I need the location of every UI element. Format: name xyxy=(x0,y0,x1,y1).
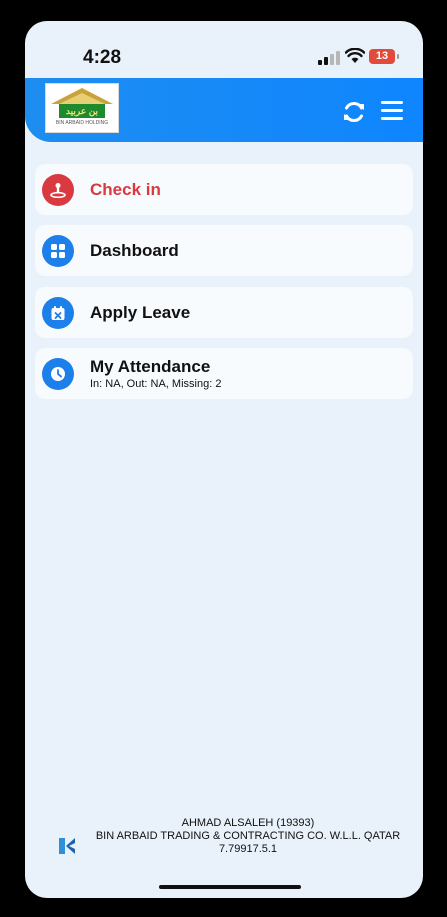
status-time: 4:28 xyxy=(83,47,122,68)
company-mark-icon xyxy=(59,838,75,854)
footer-company: BIN ARBAID TRADING & CONTRACTING CO. W.L… xyxy=(95,830,401,842)
menu-item-check-in[interactable]: Check in xyxy=(35,164,413,215)
person-pin-icon xyxy=(42,174,74,206)
menu-item-label: My Attendance xyxy=(90,357,211,376)
menu-item-apply-leave[interactable]: Apply Leave xyxy=(35,287,413,338)
app-screen: 4:28 13 بن عربيد BIN ARBAID HOLDING Chec… xyxy=(25,21,423,898)
menu-item-label: Check in xyxy=(90,180,161,199)
footer-user: AHMAD ALSALEH (19393) xyxy=(181,817,315,829)
company-logo: بن عربيد BIN ARBAID HOLDING xyxy=(45,83,119,133)
phone-frame: 4:28 13 بن عربيد BIN ARBAID HOLDING Chec… xyxy=(8,8,439,909)
cellular-signal-icon xyxy=(318,51,340,65)
footer-version: 7.79917.5.1 xyxy=(218,843,278,855)
clock-icon xyxy=(42,358,74,390)
footer: AHMAD ALSALEH (19393) BIN ARBAID TRADING… xyxy=(25,817,423,873)
hamburger-menu-icon[interactable] xyxy=(381,101,403,121)
footer-info: AHMAD ALSALEH (19393) BIN ARBAID TRADING… xyxy=(83,817,413,856)
menu-item-label: Apply Leave xyxy=(90,303,191,322)
menu-item-my-attendance[interactable]: My Attendance In: NA, Out: NA, Missing: … xyxy=(35,348,413,399)
home-indicator[interactable] xyxy=(159,885,301,889)
logo-text: بن عربيد xyxy=(59,104,105,118)
attendance-summary: In: NA, Out: NA, Missing: 2 xyxy=(90,378,222,390)
battery-tip xyxy=(397,54,399,59)
battery-icon: 13 xyxy=(369,49,395,64)
refresh-icon[interactable] xyxy=(341,99,367,125)
status-bar: 4:28 13 xyxy=(25,21,423,79)
logo-roof-icon xyxy=(51,88,113,104)
wifi-icon xyxy=(345,48,365,63)
menu-item-label: Dashboard xyxy=(90,241,179,260)
logo-tagline: BIN ARBAID HOLDING xyxy=(55,120,109,126)
menu-item-dashboard[interactable]: Dashboard xyxy=(35,225,413,276)
grid-icon xyxy=(42,235,74,267)
calendar-x-icon xyxy=(42,297,74,329)
